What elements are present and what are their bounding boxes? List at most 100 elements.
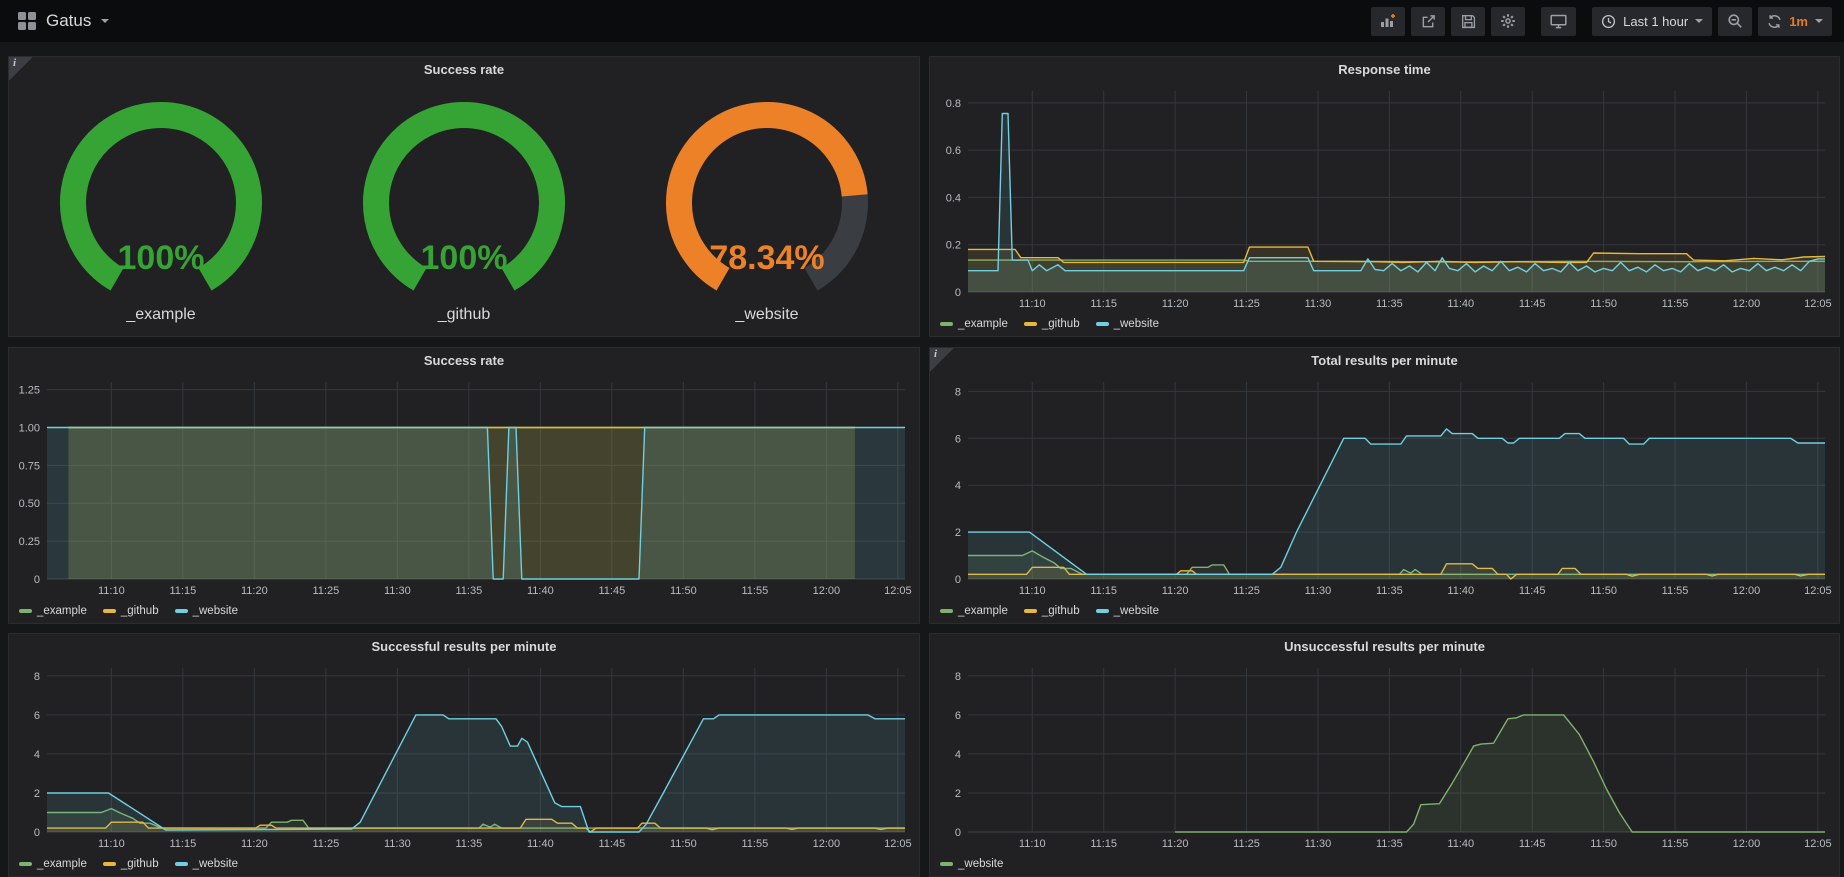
x-tick-label: 11:30 xyxy=(1305,838,1332,850)
legend-label: _example xyxy=(958,605,1008,617)
gauge-value: 100% xyxy=(117,239,204,277)
panel-success-rate-gauges: i Success rate 100%_example100%_github78… xyxy=(8,56,920,337)
dashboards-grid-icon xyxy=(18,12,36,30)
legend-item-_github[interactable]: _github xyxy=(1024,605,1080,617)
x-tick-label: 11:35 xyxy=(1376,838,1403,850)
legend-item-_website[interactable]: _website xyxy=(1096,605,1159,617)
x-tick-label: 11:25 xyxy=(1233,298,1260,310)
legend-item-_example[interactable]: _example xyxy=(19,858,87,870)
x-tick-label: 12:00 xyxy=(813,585,841,597)
navbar: Gatus xyxy=(0,0,1844,42)
legend-item-_website[interactable]: _website xyxy=(940,858,1003,870)
successful-results-chart[interactable]: 11:1011:1511:2011:2511:3011:3511:4011:45… xyxy=(9,660,919,852)
y-tick-label: 0 xyxy=(34,827,40,839)
y-tick-label: 4 xyxy=(34,749,40,761)
chart-legend: _example _github _website xyxy=(940,602,1159,620)
panel-title[interactable]: Success rate xyxy=(9,348,919,374)
zoom-out-icon xyxy=(1727,13,1743,29)
legend-label: _github xyxy=(121,605,159,617)
x-tick-label: 11:15 xyxy=(1090,838,1117,850)
panel-title[interactable]: Success rate xyxy=(9,57,919,83)
x-tick-label: 11:35 xyxy=(1376,585,1403,597)
zoom-out-button[interactable] xyxy=(1718,7,1752,36)
panel-title[interactable]: Total results per minute xyxy=(930,348,1839,374)
panel-success-rate-timeseries: Success rate 11:1011:1511:2011:2511:3011… xyxy=(8,347,920,624)
legend-item-_website[interactable]: _website xyxy=(1096,318,1159,330)
plot-area: 11:1011:1511:2011:2511:3011:3511:4011:45… xyxy=(9,374,919,599)
x-tick-label: 11:20 xyxy=(1162,585,1189,597)
gauge-_example: 100%_example xyxy=(9,83,312,336)
series-fill-_website xyxy=(968,429,1825,579)
unsuccessful-results-chart[interactable]: 11:1011:1511:2011:2511:3011:3511:4011:45… xyxy=(930,660,1839,852)
legend-swatch xyxy=(1096,609,1109,613)
legend-item-_example[interactable]: _example xyxy=(940,318,1008,330)
plot-area: 11:1011:1511:2011:2511:3011:3511:4011:45… xyxy=(930,83,1839,312)
success-rate-chart[interactable]: 11:1011:1511:2011:2511:3011:3511:4011:45… xyxy=(9,374,919,599)
panel-title[interactable]: Response time xyxy=(930,57,1839,83)
refresh-picker[interactable]: 1m xyxy=(1758,7,1832,36)
legend-swatch xyxy=(940,322,953,326)
settings-button[interactable] xyxy=(1491,7,1525,36)
add-panel-icon xyxy=(1380,13,1396,29)
panel-title[interactable]: Unsuccessful results per minute xyxy=(930,634,1839,660)
legend-label: _website xyxy=(1114,318,1159,330)
gauge-chart[interactable]: 100%_example100%_github78.34%_website xyxy=(9,83,919,336)
dashboard-title[interactable]: Gatus xyxy=(46,11,91,31)
legend-swatch xyxy=(175,609,188,613)
legend-label: _example xyxy=(37,858,87,870)
series-fill-_website xyxy=(47,715,905,832)
dashboard-dropdown-caret xyxy=(101,19,109,23)
x-tick-label: 11:55 xyxy=(741,585,768,597)
x-tick-label: 11:45 xyxy=(1519,838,1546,850)
legend-item-_example[interactable]: _example xyxy=(940,605,1008,617)
total-results-chart[interactable]: 11:1011:1511:2011:2511:3011:3511:4011:45… xyxy=(930,374,1839,599)
info-icon[interactable]: i xyxy=(9,57,33,81)
cycle-view-mode-button[interactable] xyxy=(1541,7,1576,36)
monitor-icon xyxy=(1550,13,1567,29)
y-tick-label: 1.25 xyxy=(19,385,40,397)
x-tick-label: 11:15 xyxy=(1090,585,1117,597)
response-time-chart[interactable]: 11:1011:1511:2011:2511:3011:3511:4011:45… xyxy=(930,83,1839,312)
refresh-interval-label: 1m xyxy=(1789,14,1808,29)
y-tick-label: 2 xyxy=(955,788,961,800)
y-tick-label: 0.4 xyxy=(946,192,961,204)
x-tick-label: 11:15 xyxy=(1090,298,1117,310)
y-tick-label: 0 xyxy=(955,287,961,299)
y-tick-label: 6 xyxy=(34,710,40,722)
legend-label: _example xyxy=(37,605,87,617)
legend-item-_website[interactable]: _website xyxy=(175,605,238,617)
navbar-actions: Last 1 hour 1m xyxy=(1365,7,1832,36)
x-tick-label: 11:50 xyxy=(670,585,697,597)
x-tick-label: 11:10 xyxy=(98,585,125,597)
clock-icon xyxy=(1601,14,1616,29)
legend-item-_example[interactable]: _example xyxy=(19,605,87,617)
panel-title[interactable]: Successful results per minute xyxy=(9,634,919,660)
x-tick-label: 12:05 xyxy=(1804,298,1832,310)
y-tick-label: 8 xyxy=(34,671,40,683)
y-tick-label: 0.2 xyxy=(946,240,961,252)
refresh-icon xyxy=(1767,14,1782,29)
x-tick-label: 11:35 xyxy=(1376,298,1403,310)
info-icon[interactable]: i xyxy=(930,348,954,372)
dashboard-picker[interactable]: Gatus xyxy=(12,11,109,31)
share-icon xyxy=(1421,14,1436,29)
panel-successful-results: Successful results per minute 11:1011:15… xyxy=(8,633,920,877)
legend-item-_website[interactable]: _website xyxy=(175,858,238,870)
save-button[interactable] xyxy=(1451,7,1485,36)
x-tick-label: 11:10 xyxy=(1019,585,1046,597)
x-tick-label: 11:15 xyxy=(169,585,196,597)
panel-unsuccessful-results: Unsuccessful results per minute 11:1011:… xyxy=(929,633,1840,877)
legend-label: _github xyxy=(1042,605,1080,617)
share-button[interactable] xyxy=(1411,7,1445,36)
legend-label: _example xyxy=(958,318,1008,330)
legend-item-_github[interactable]: _github xyxy=(103,605,159,617)
y-tick-label: 0 xyxy=(955,827,961,839)
x-tick-label: 12:00 xyxy=(813,838,841,850)
add-panel-button[interactable] xyxy=(1371,7,1405,36)
x-tick-label: 11:25 xyxy=(312,838,339,850)
x-tick-label: 11:45 xyxy=(1519,298,1546,310)
time-range-picker[interactable]: Last 1 hour xyxy=(1592,7,1712,36)
legend-item-_github[interactable]: _github xyxy=(103,858,159,870)
legend-item-_github[interactable]: _github xyxy=(1024,318,1080,330)
x-tick-label: 11:25 xyxy=(312,585,339,597)
